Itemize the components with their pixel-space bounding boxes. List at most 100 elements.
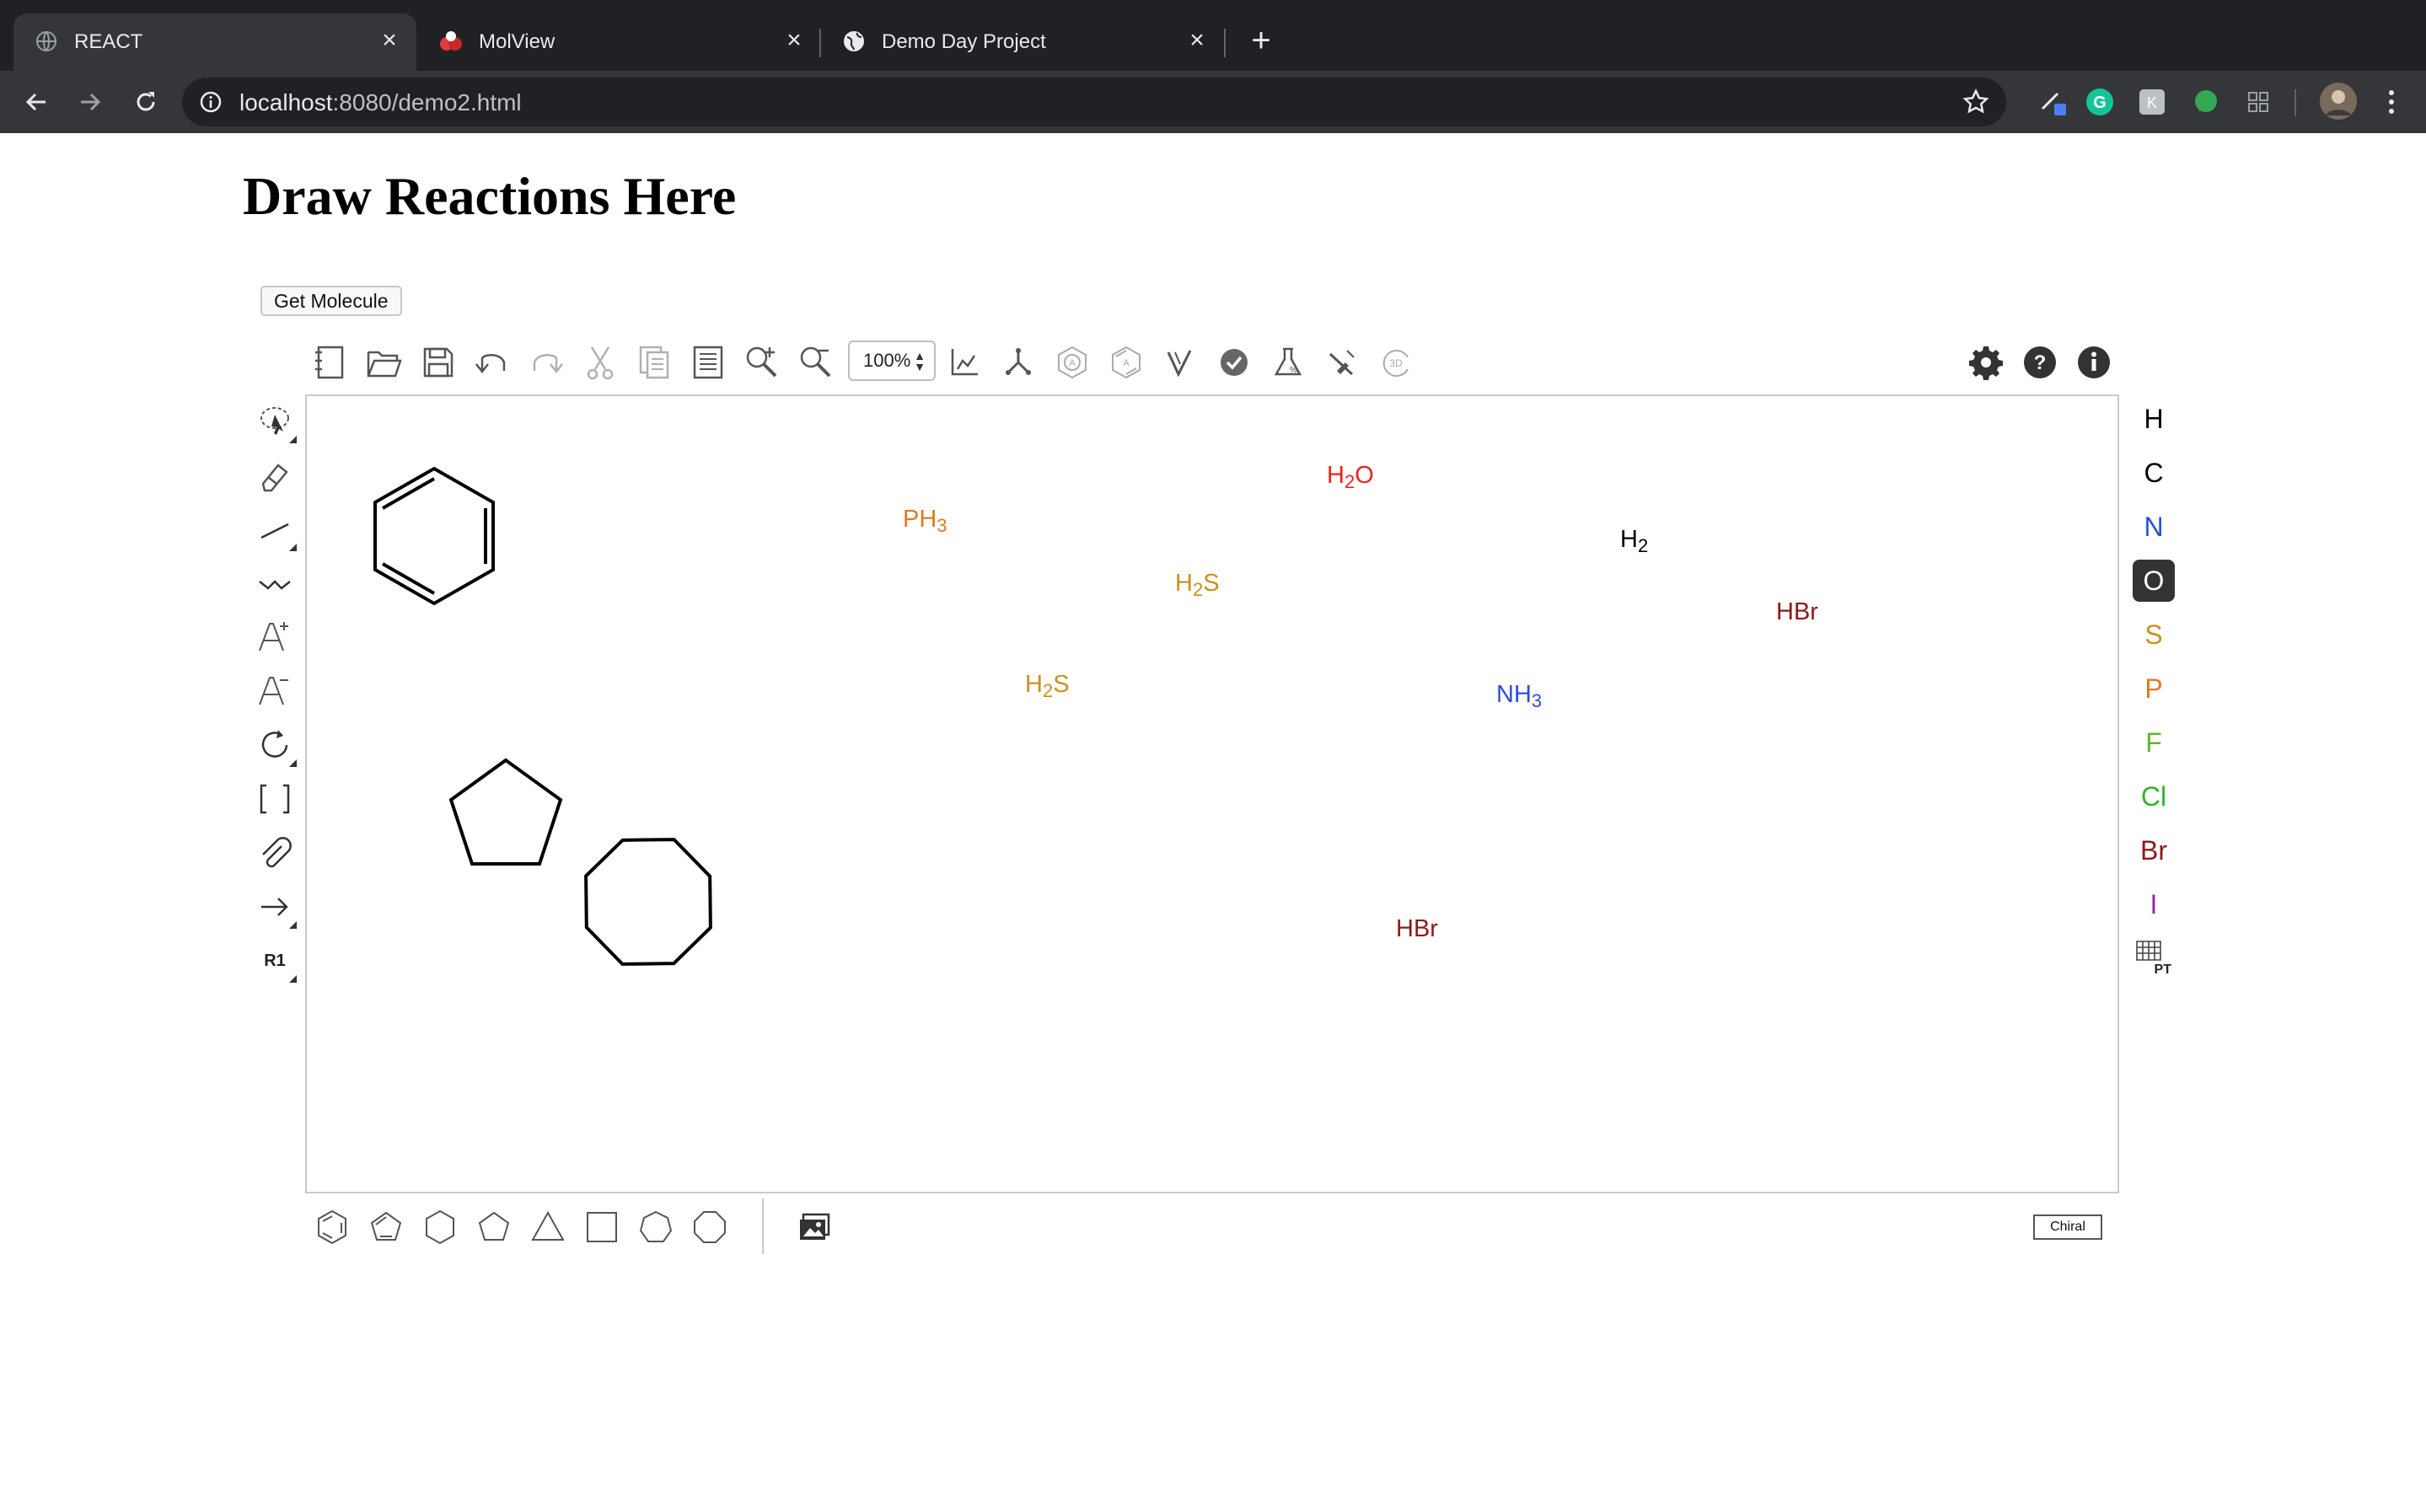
cyclopropane-template-icon[interactable] [524,1204,572,1251]
close-tab-icon[interactable]: × [779,25,809,56]
atom-c-button[interactable]: C [2133,452,2175,494]
aromatize-icon[interactable]: A [1050,340,1094,384]
cut-icon[interactable] [578,340,622,384]
check-structure-icon[interactable] [1212,340,1256,384]
formula-hbr[interactable]: HBr [1776,598,1818,626]
clean-up-icon[interactable] [996,340,1040,384]
url-text[interactable]: localhost:8080/demo2.html [239,89,522,116]
zoom-in-icon[interactable] [740,340,784,384]
open-file-icon[interactable] [362,340,406,384]
more-menu-icon[interactable] [2374,84,2409,120]
benzene-ring[interactable] [373,466,495,606]
template-library-icon[interactable] [791,1204,838,1251]
redo-icon[interactable] [524,340,568,384]
bookmark-star-icon[interactable] [1962,88,1989,120]
formula-h2s[interactable]: H2S [1025,671,1070,702]
zoom-out-icon[interactable] [794,340,838,384]
get-molecule-button[interactable]: Get Molecule [260,286,402,316]
formula-nh3[interactable]: NH3 [1496,681,1542,712]
settings-gear-icon[interactable] [1964,340,2008,384]
about-info-icon[interactable] [2072,340,2116,384]
grammarly-extension-icon[interactable]: G [2082,84,2117,120]
molview-logo-icon [438,29,464,54]
globe-icon [841,29,867,54]
copy-icon[interactable] [632,340,676,384]
atom-n-button[interactable]: N [2133,506,2175,548]
formula-h2o[interactable]: H2O [1327,462,1374,493]
cyclopentane-template-icon[interactable] [470,1204,518,1251]
profile-avatar[interactable] [2316,79,2360,123]
atom-s-button[interactable]: S [2133,614,2175,656]
back-button[interactable] [13,79,59,125]
charge-minus-icon[interactable] [251,668,298,715]
help-icon[interactable]: ? [2018,340,2062,384]
svg-text:G: G [2093,94,2107,112]
clear-canvas-icon[interactable] [309,340,352,384]
close-tab-icon[interactable]: × [374,25,405,56]
analyse-icon[interactable]: % [1266,340,1310,384]
cyclopentadiene-template-icon[interactable] [362,1204,410,1251]
single-bond-icon[interactable] [251,506,298,553]
formula-hbr[interactable]: HBr [1396,915,1438,943]
dearomatize-icon[interactable]: A [1104,340,1148,384]
grid-extension-icon[interactable] [2241,84,2276,120]
reload-button[interactable] [123,79,169,125]
undo-icon[interactable] [470,340,514,384]
calculate-icon[interactable] [1158,340,1202,384]
cyclooctane-ring[interactable] [560,813,736,989]
formula-h2[interactable]: H2 [1620,526,1648,557]
chain-icon[interactable] [251,560,298,607]
rotate-icon[interactable] [251,721,298,769]
tab-react[interactable]: REACT × [13,13,416,71]
atom-o-button[interactable]: O [2133,560,2175,602]
atom-i-button[interactable]: I [2133,883,2175,925]
cyclobutane-template-icon[interactable] [578,1204,625,1251]
close-tab-icon[interactable]: × [1182,25,1212,56]
cyclooctane-template-icon[interactable] [686,1204,733,1251]
atom-cl-button[interactable]: Cl [2133,775,2175,818]
reload-icon [137,92,155,111]
forward-button[interactable] [67,79,113,125]
erase-icon[interactable] [251,452,298,499]
new-tab-button[interactable]: + [1243,22,1280,59]
charge-plus-icon[interactable] [251,614,298,661]
save-icon[interactable] [416,340,460,384]
zoom-level-select[interactable]: 100% ▲ ▼ [848,340,936,381]
atom-h-button[interactable]: H [2133,398,2175,440]
formula-ph3[interactable]: PH3 [903,506,947,537]
formula-h2s[interactable]: H2S [1175,570,1220,601]
cycloheptane-template-icon[interactable] [632,1204,679,1251]
atom-p-button[interactable]: P [2133,668,2175,710]
drawing-canvas[interactable]: H2O PH3 H2 H2S HBr H2S NH3 HBr [305,394,2119,1193]
paste-icon[interactable] [686,340,730,384]
address-bar[interactable]: localhost:8080/demo2.html [182,78,2006,126]
atom-f-button[interactable]: F [2133,721,2175,764]
attachment-point-icon[interactable] [251,829,298,877]
submenu-indicator [289,759,297,767]
chiral-flag[interactable]: Chiral [2033,1214,2102,1240]
select-lasso-icon[interactable] [251,398,298,445]
atom-br-button[interactable]: Br [2133,829,2175,871]
select-arrows-icon: ▲ ▼ [914,349,926,373]
periodic-table-button[interactable]: PT [2133,937,2175,979]
back-arrow-icon [25,93,46,111]
rgroup-label-tool[interactable]: R1 [251,937,298,984]
svg-text:A: A [1069,358,1076,368]
canvas-structures [373,466,736,989]
info-icon[interactable] [199,90,223,118]
cyclohexane-template-icon[interactable] [416,1204,464,1251]
cyclopentane-ring[interactable] [448,758,563,866]
svg-text:K: K [2147,94,2157,111]
layout-icon[interactable] [942,340,986,384]
3d-viewer-icon[interactable]: 3D [1374,340,1418,384]
reaction-arrow-icon[interactable] [251,883,298,930]
globe-icon [34,29,59,54]
tab-molview[interactable]: MolView × [418,13,821,71]
benzene-template-icon[interactable] [309,1204,356,1251]
stereochemistry-icon[interactable] [1320,340,1364,384]
sgroup-bracket-icon[interactable] [251,775,298,823]
chat-extension-icon[interactable] [2188,84,2224,120]
tab-demo-day[interactable]: Demo Day Project × [821,13,1224,71]
extension-puzzle-icon[interactable]: K [2134,84,2170,120]
eyedropper-extension-icon[interactable] [2035,84,2070,120]
